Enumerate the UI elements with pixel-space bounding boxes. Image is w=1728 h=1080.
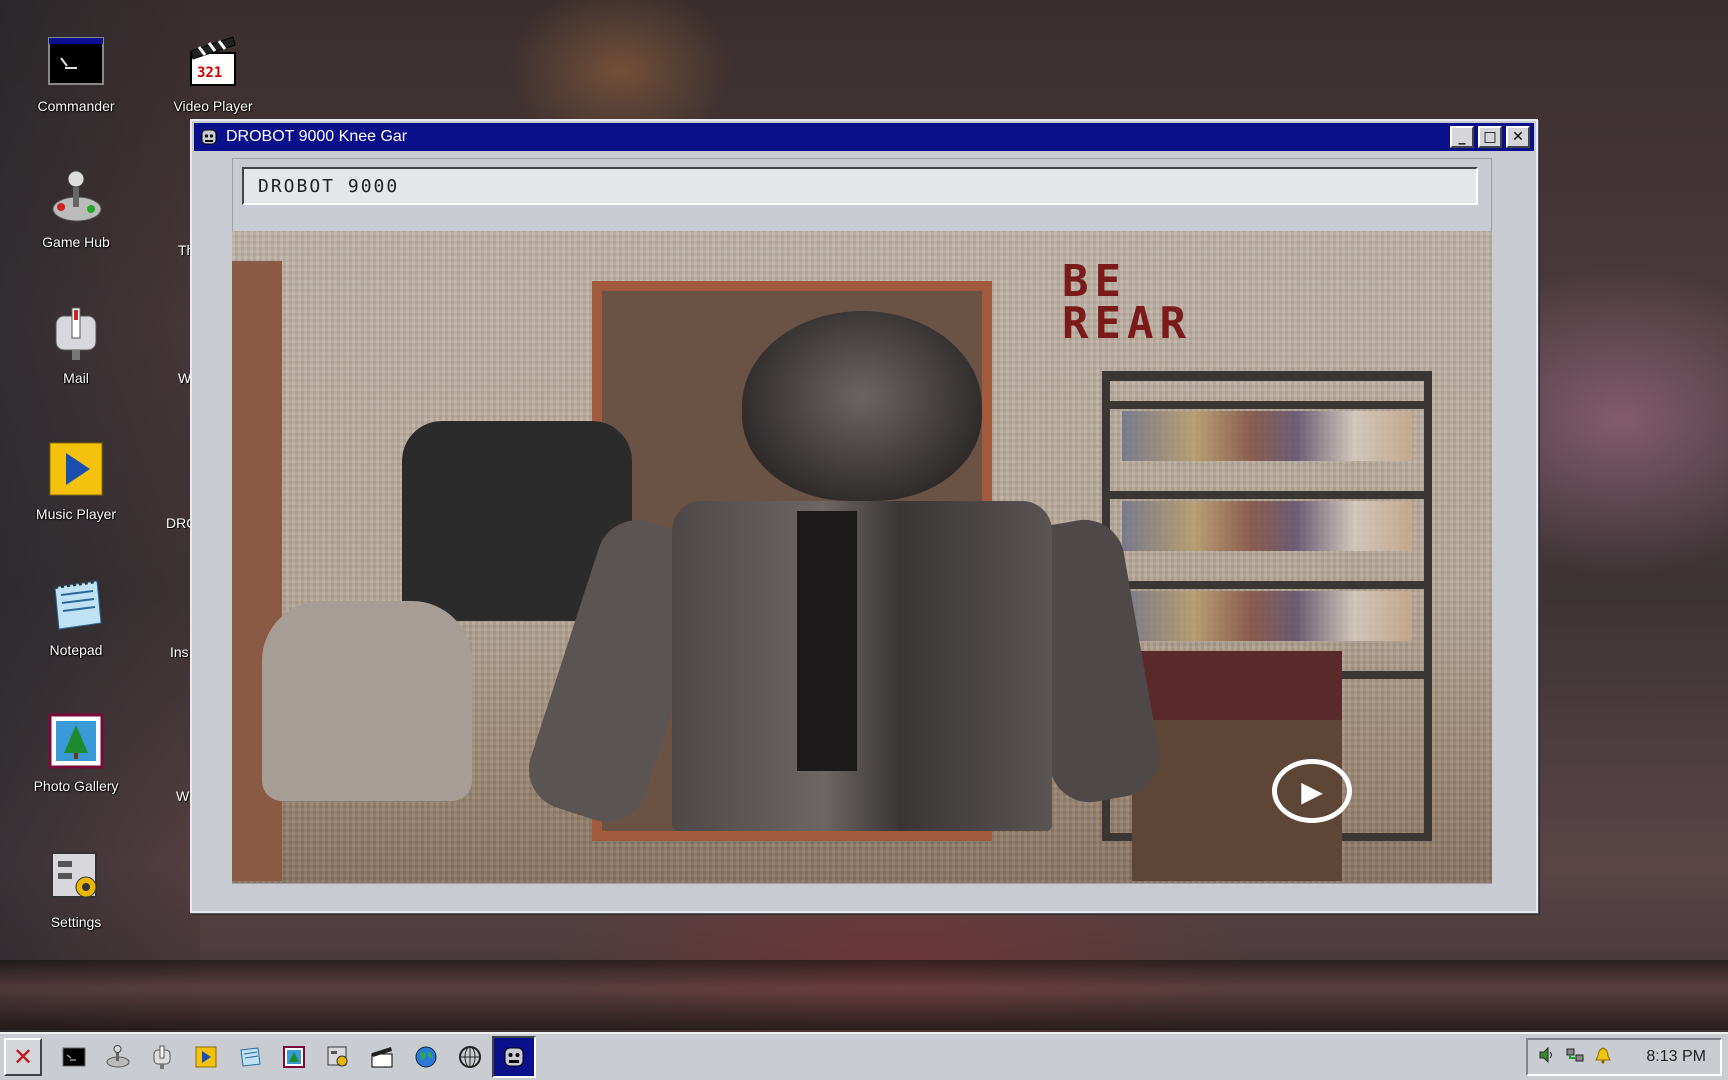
- control-panel-icon: [47, 848, 105, 906]
- picture-icon: [47, 712, 105, 770]
- drobot-window: DROBOT 9000 Knee Gar _ □ ✕ DROBOT 9000 B…: [190, 119, 1538, 913]
- minimize-button[interactable]: _: [1450, 126, 1474, 148]
- desktop-icon-music-player[interactable]: Music Player: [16, 440, 136, 522]
- window-titlebar[interactable]: DROBOT 9000 Knee Gar _ □ ✕: [194, 123, 1534, 151]
- taskbar: ✕ 8:13 PM: [0, 1032, 1728, 1080]
- partial-icon-label: Ins: [170, 644, 189, 660]
- taskbar-globe-icon[interactable]: [404, 1036, 448, 1078]
- desktop-icon-settings[interactable]: Settings: [16, 848, 136, 930]
- desktop-icon-photo-gallery[interactable]: Photo Gallery: [16, 712, 136, 794]
- maximize-button[interactable]: □: [1478, 126, 1502, 148]
- scene-robot-tie: [797, 511, 857, 771]
- taskbar-notepad-icon[interactable]: [228, 1036, 272, 1078]
- mailbox-icon: [47, 304, 105, 362]
- desktop-icon-mail[interactable]: Mail: [16, 304, 136, 386]
- desktop-icon-label: Mail: [63, 370, 89, 386]
- video-play-button[interactable]: ▶: [1272, 759, 1352, 823]
- drobot-icon: [200, 128, 218, 146]
- clapperboard-icon: 321: [184, 32, 242, 90]
- desktop-icon-label: Music Player: [35, 506, 117, 522]
- video-status-strip: [232, 883, 1492, 909]
- title-field: DROBOT 9000: [242, 167, 1478, 205]
- desktop-icon-notepad[interactable]: Notepad: [16, 576, 136, 658]
- desktop-icon-label: Video Player: [173, 98, 253, 114]
- taskbar-joystick-icon[interactable]: [96, 1036, 140, 1078]
- desktop-icon-label: Settings: [50, 914, 102, 930]
- taskbar-settings-icon[interactable]: [316, 1036, 360, 1078]
- taskbar-apps: [52, 1036, 536, 1078]
- desktop-icon-video-player[interactable]: 321 Video Player: [153, 32, 273, 114]
- desktop-icon-label: Notepad: [49, 642, 103, 658]
- system-clock[interactable]: 8:13 PM: [1646, 1048, 1706, 1066]
- network-icon[interactable]: [1566, 1046, 1584, 1069]
- taskbar-photo-gallery-icon[interactable]: [272, 1036, 316, 1078]
- scene-robot-body: [672, 501, 1052, 831]
- taskbar-web-icon[interactable]: [448, 1036, 492, 1078]
- desktop-icon-label: Game Hub: [42, 234, 110, 250]
- joystick-icon: [47, 168, 105, 226]
- play-icon: [47, 440, 105, 498]
- start-button[interactable]: ✕: [4, 1038, 42, 1076]
- terminal-icon: [47, 32, 105, 90]
- taskbar-terminal-icon[interactable]: [52, 1036, 96, 1078]
- taskbar-music-player-icon[interactable]: [184, 1036, 228, 1078]
- scene-sign: BE REAR: [1062, 256, 1192, 349]
- taskbar-video-player-icon[interactable]: [360, 1036, 404, 1078]
- desktop-wallpaper-strip: [0, 960, 1728, 1030]
- partial-icon-label: W: [176, 788, 190, 804]
- desktop-icon-game-hub[interactable]: Game Hub: [16, 168, 136, 250]
- desktop-icon-label: Photo Gallery: [33, 778, 119, 794]
- svg-text:321: 321: [197, 65, 222, 81]
- system-tray: 8:13 PM: [1526, 1038, 1722, 1076]
- volume-icon[interactable]: [1538, 1046, 1556, 1069]
- close-button[interactable]: ✕: [1506, 126, 1530, 148]
- taskbar-drobot-icon[interactable]: [492, 1036, 536, 1078]
- notepad-icon: [47, 576, 105, 634]
- desktop-icon-label: Commander: [37, 98, 115, 114]
- scene-robot-head: [742, 311, 982, 501]
- scene-grey-shirt: [262, 601, 472, 801]
- desktop-icon-commander[interactable]: Commander: [16, 32, 136, 114]
- taskbar-mailbox-icon[interactable]: [140, 1036, 184, 1078]
- notification-bell-icon[interactable]: [1594, 1046, 1612, 1069]
- window-title: DROBOT 9000 Knee Gar: [226, 128, 408, 145]
- video-frame[interactable]: BE REAR ▶: [232, 231, 1492, 883]
